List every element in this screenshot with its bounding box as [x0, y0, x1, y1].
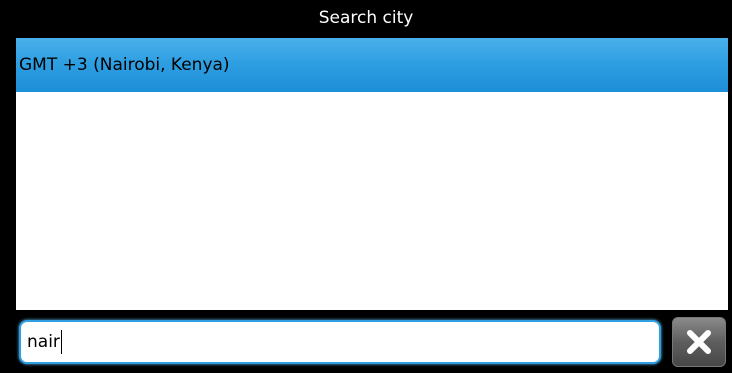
results-list[interactable]: GMT +3 (Nairobi, Kenya)	[16, 38, 728, 310]
clear-search-button[interactable]	[672, 317, 726, 367]
search-city-dialog: Search city GMT +3 (Nairobi, Kenya) nair	[0, 0, 732, 373]
search-input-value: nair	[27, 332, 60, 352]
dialog-title: Search city	[0, 0, 732, 37]
search-input[interactable]: nair	[19, 320, 661, 364]
close-icon	[687, 330, 711, 354]
text-caret	[60, 330, 62, 354]
list-item[interactable]: GMT +3 (Nairobi, Kenya)	[16, 38, 728, 92]
list-item-label: GMT +3 (Nairobi, Kenya)	[19, 55, 230, 75]
search-bar: nair	[0, 310, 732, 373]
